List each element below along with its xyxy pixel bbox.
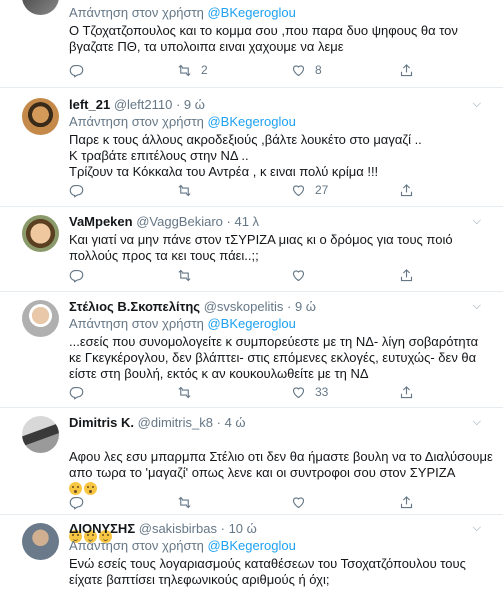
tweet-text: Ενώ εσείς τους λογαριασμούς καταθέσεων τ…	[69, 556, 466, 587]
tweet-0[interactable]: Απάντηση στον χρήστη @BKegeroglou Ο Τζοχ…	[0, 0, 503, 88]
mention-link[interactable]: @BKegeroglou	[207, 538, 295, 553]
chevron-down-icon[interactable]: ⌵	[473, 298, 481, 315]
retweet-icon	[178, 269, 191, 281]
tweet-3[interactable]: Στέλιος Β.Σκοπελίτης @svskopelitis · 9 ώ…	[0, 292, 503, 408]
reply-icon	[69, 184, 84, 198]
user-handle[interactable]: @VaggBekiaro	[136, 214, 223, 229]
share-button[interactable]	[399, 494, 414, 510]
retweet-button[interactable]	[177, 182, 192, 198]
mention-link[interactable]: @BKegeroglou	[207, 5, 295, 20]
chevron-down-icon[interactable]: ⌵	[473, 96, 481, 113]
user-handle[interactable]: @left2110	[114, 97, 173, 112]
tweet-header: Dimitris K. @dimitris_k8 · 4 ώ ⌵	[69, 414, 481, 431]
reply-button[interactable]	[69, 62, 93, 78]
reply-button[interactable]	[69, 267, 84, 283]
user-handle[interactable]: @dimitris_k8	[138, 415, 213, 430]
timestamp[interactable]: 9 ώ	[295, 299, 316, 314]
avatar[interactable]	[22, 215, 59, 252]
share-button[interactable]	[399, 182, 414, 198]
like-button[interactable]	[291, 494, 306, 510]
tweet-actions: 27	[69, 182, 429, 198]
retweet-button[interactable]: 2	[177, 62, 208, 78]
tweet-header: ΔΙΟΝΥΣΗΣ @sakisbirbas · 10 ώ ⌵	[69, 520, 481, 537]
user-handle[interactable]: @sakisbirbas	[139, 521, 217, 536]
share-icon	[400, 495, 413, 508]
timestamp[interactable]: 10 ώ	[229, 521, 257, 536]
heart-icon	[292, 64, 305, 76]
reply-icon	[69, 496, 84, 510]
tweet-actions: 33	[69, 384, 429, 400]
tweet-text: Ο Τζοχατζοπουλος και το κομμα σου ,που π…	[69, 23, 458, 54]
tweet-header: Στέλιος Β.Σκοπελίτης @svskopelitis · 9 ώ…	[69, 298, 481, 315]
share-icon	[400, 385, 413, 398]
reply-icon	[69, 386, 84, 400]
display-name[interactable]: Στέλιος Β.Σκοπελίτης	[69, 299, 200, 314]
share-button[interactable]	[399, 384, 414, 400]
share-icon	[400, 268, 413, 281]
display-name[interactable]: ΔΙΟΝΥΣΗΣ	[69, 521, 135, 536]
like-button[interactable]: 27	[291, 182, 328, 198]
heart-icon	[292, 496, 305, 508]
chevron-down-icon[interactable]: ⌵	[473, 520, 481, 537]
like-button[interactable]	[291, 267, 306, 283]
timestamp[interactable]: 41 λ	[234, 214, 259, 229]
tweet-text: ...εσείς που συνομολογείτε κ συμπορεύεστ…	[69, 334, 479, 381]
tweet-header: left_21 @left2110 · 9 ώ ⌵	[69, 96, 481, 113]
display-name[interactable]: Dimitris K.	[69, 415, 134, 430]
heart-icon	[292, 269, 305, 281]
like-button[interactable]: 33	[291, 384, 328, 400]
like-button[interactable]: 8	[291, 62, 322, 78]
avatar[interactable]	[22, 300, 59, 337]
chevron-down-icon[interactable]: ⌵	[473, 213, 481, 230]
heart-icon	[292, 386, 305, 398]
tweet-text: Παρε κ τους άλλους ακροδεξιούς ,βάλτε λο…	[69, 132, 422, 179]
chevron-down-icon[interactable]: ⌵	[473, 414, 481, 431]
tweet-actions: 2 8	[69, 62, 429, 78]
retweet-button[interactable]	[177, 494, 192, 510]
reply-icon	[69, 269, 84, 283]
share-icon	[400, 183, 413, 196]
display-name[interactable]: VaMpeken	[69, 214, 133, 229]
reply-to: Απάντηση στον χρήστη @BKegeroglou	[69, 538, 296, 553]
avatar[interactable]	[22, 0, 59, 15]
tweet-actions	[69, 494, 429, 510]
reply-button[interactable]	[69, 182, 84, 198]
tweet-5[interactable]: ΔΙΟΝΥΣΗΣ @sakisbirbas · 10 ώ ⌵ Απάντηση …	[0, 515, 503, 589]
heart-icon	[292, 184, 305, 196]
retweet-button[interactable]	[177, 384, 192, 400]
reply-to: Απάντηση στον χρήστη @BKegeroglou	[69, 5, 296, 20]
tweet-1[interactable]: left_21 @left2110 · 9 ώ ⌵ Απάντηση στον …	[0, 88, 503, 207]
display-name[interactable]: left_21	[69, 97, 110, 112]
tweet-actions	[69, 267, 429, 283]
reply-to: Απάντηση στον χρήστη @BKegeroglou	[69, 316, 296, 331]
tweet-2[interactable]: VaMpeken @VaggBekiaro · 41 λ ⌵ Και γιατί…	[0, 207, 503, 292]
tweet-text: Και γιατί να μην πάνε στον τΣΥΡΙΖΑ μιας …	[69, 232, 453, 263]
avatar[interactable]	[22, 523, 59, 560]
avatar[interactable]	[22, 416, 59, 453]
retweet-icon	[178, 386, 191, 398]
retweet-icon	[178, 64, 191, 76]
reply-button[interactable]	[69, 384, 84, 400]
timestamp[interactable]: 4 ώ	[225, 415, 246, 430]
mention-link[interactable]: @BKegeroglou	[207, 316, 295, 331]
tweet-header: VaMpeken @VaggBekiaro · 41 λ ⌵	[69, 213, 481, 230]
avatar[interactable]	[22, 98, 59, 135]
share-button[interactable]	[399, 62, 414, 78]
reply-icon	[69, 64, 84, 78]
user-handle[interactable]: @svskopelitis	[204, 299, 284, 314]
mention-link[interactable]: @BKegeroglou	[207, 114, 295, 129]
retweet-icon	[178, 184, 191, 196]
share-icon	[400, 63, 413, 76]
tweet-feed: Απάντηση στον χρήστη @BKegeroglou Ο Τζοχ…	[0, 0, 503, 589]
share-button[interactable]	[399, 267, 414, 283]
tweet-4[interactable]: Dimitris K. @dimitris_k8 · 4 ώ ⌵ Αφου λε…	[0, 408, 503, 543]
reply-to: Απάντηση στον χρήστη @BKegeroglou	[69, 114, 296, 129]
reply-button[interactable]	[69, 494, 84, 510]
retweet-button[interactable]	[177, 267, 192, 283]
retweet-icon	[178, 496, 191, 508]
timestamp[interactable]: 9 ώ	[184, 97, 205, 112]
